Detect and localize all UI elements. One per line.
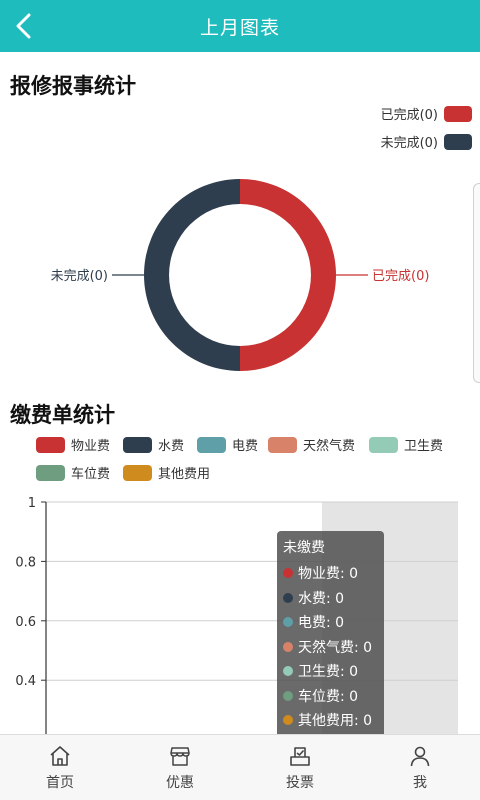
scroll-indicator[interactable] [473, 183, 480, 383]
legend-item-parking-fee[interactable]: 车位费 [36, 463, 110, 482]
top-bar: 上月图表 [0, 0, 480, 52]
legend-item-sanitation-fee[interactable]: 卫生费 [369, 435, 443, 454]
legend-label: 电费 [232, 439, 259, 454]
tooltip-text: 车位费: 0 [298, 688, 359, 705]
legend-swatch [123, 436, 152, 453]
bottom-tab-bar: 首页 优惠 投票 我 [0, 734, 480, 800]
tooltip-text: 卫生费: 0 [298, 664, 359, 681]
tab-discount[interactable]: 优惠 [120, 735, 240, 800]
home-icon [50, 745, 70, 766]
tooltip-row: 其他费用: 0 [283, 708, 378, 733]
legend-swatch [369, 436, 398, 453]
tooltip-text: 天然气费: 0 [298, 639, 373, 656]
tab-label: 优惠 [166, 774, 194, 791]
chevron-left-icon [16, 13, 31, 39]
tooltip-text: 物业费: 0 [298, 566, 359, 583]
tooltip-row: 天然气费: 0 [283, 635, 378, 660]
repair-donut-chart: 未完成(0) 已完成(0) [51, 179, 429, 371]
donut-slice-completed[interactable] [240, 179, 336, 371]
fees-section-title: 缴费单统计 [10, 403, 115, 427]
vote-icon [290, 746, 310, 766]
tab-me[interactable]: 我 [360, 735, 480, 800]
legend-label: 水费 [158, 439, 185, 454]
legend-item-gas-fee[interactable]: 天然气费 [268, 435, 355, 454]
tooltip-row: 电费: 0 [283, 610, 378, 635]
tooltip-text: 水费: 0 [298, 590, 345, 607]
legend-label: 物业费 [71, 439, 111, 454]
legend-item-electricity-fee[interactable]: 电费 [197, 435, 258, 454]
series-dot [283, 715, 293, 726]
series-dot [283, 592, 293, 603]
tooltip-title: 未缴费 [283, 540, 325, 556]
y-tick-label: 0.4 [15, 674, 36, 689]
y-tick-label: 0.8 [15, 555, 36, 570]
legend-swatch [36, 436, 65, 453]
tab-label: 投票 [286, 774, 314, 791]
legend-item-property-fee[interactable]: 物业费 [36, 435, 110, 454]
y-tick-label: 1 [28, 496, 36, 511]
legend-swatch [197, 436, 226, 453]
legend-swatch [36, 464, 65, 481]
legend-swatch [123, 464, 152, 481]
tooltip-text: 其他费用: 0 [298, 713, 373, 730]
y-tick-label: 0.6 [15, 615, 36, 630]
donut-label-completed: 已完成(0) [372, 269, 429, 284]
legend-item-other-fee[interactable]: 其他费用 [123, 463, 210, 482]
legend-item-water-fee[interactable]: 水费 [123, 435, 184, 454]
tooltip-row: 卫生费: 0 [283, 659, 378, 684]
back-button[interactable] [4, 6, 44, 46]
legend-swatch [268, 436, 297, 453]
legend-label: 天然气费 [303, 439, 356, 454]
series-dot [283, 641, 293, 652]
series-dot [283, 666, 293, 677]
chart-content[interactable]: 报修报事统计 已完成(0) 未完成(0) 未完成(0) 已完成(0) 缴费单统计… [0, 52, 480, 734]
tab-home[interactable]: 首页 [0, 735, 120, 800]
user-icon [410, 746, 430, 766]
legend-label: 其他费用 [158, 467, 211, 482]
tab-label: 我 [413, 774, 427, 791]
donut-slice-uncompleted[interactable] [144, 179, 240, 371]
fees-bar-chart[interactable]: 10.80.60.40.2 [0, 494, 480, 734]
series-dot [283, 568, 293, 579]
tooltip-text: 电费: 0 [298, 615, 345, 632]
legend-label: 车位费 [71, 467, 111, 482]
tab-vote[interactable]: 投票 [240, 735, 360, 800]
tooltip-row: 水费: 0 [283, 586, 378, 611]
chart-tooltip: 未缴费 物业费: 0 水费: 0 电费: 0 天然气费: 0 卫生费: 0 车位… [277, 531, 384, 734]
tooltip-row: 车位费: 0 [283, 684, 378, 709]
tab-label: 首页 [46, 774, 74, 791]
donut-label-uncompleted: 未完成(0) [51, 269, 108, 284]
legend-label: 卫生费 [404, 439, 444, 454]
series-dot [283, 617, 293, 628]
tooltip-row: 物业费: 0 [283, 561, 378, 586]
page-title: 上月图表 [199, 16, 280, 39]
series-dot [283, 690, 293, 701]
store-icon [170, 746, 190, 766]
